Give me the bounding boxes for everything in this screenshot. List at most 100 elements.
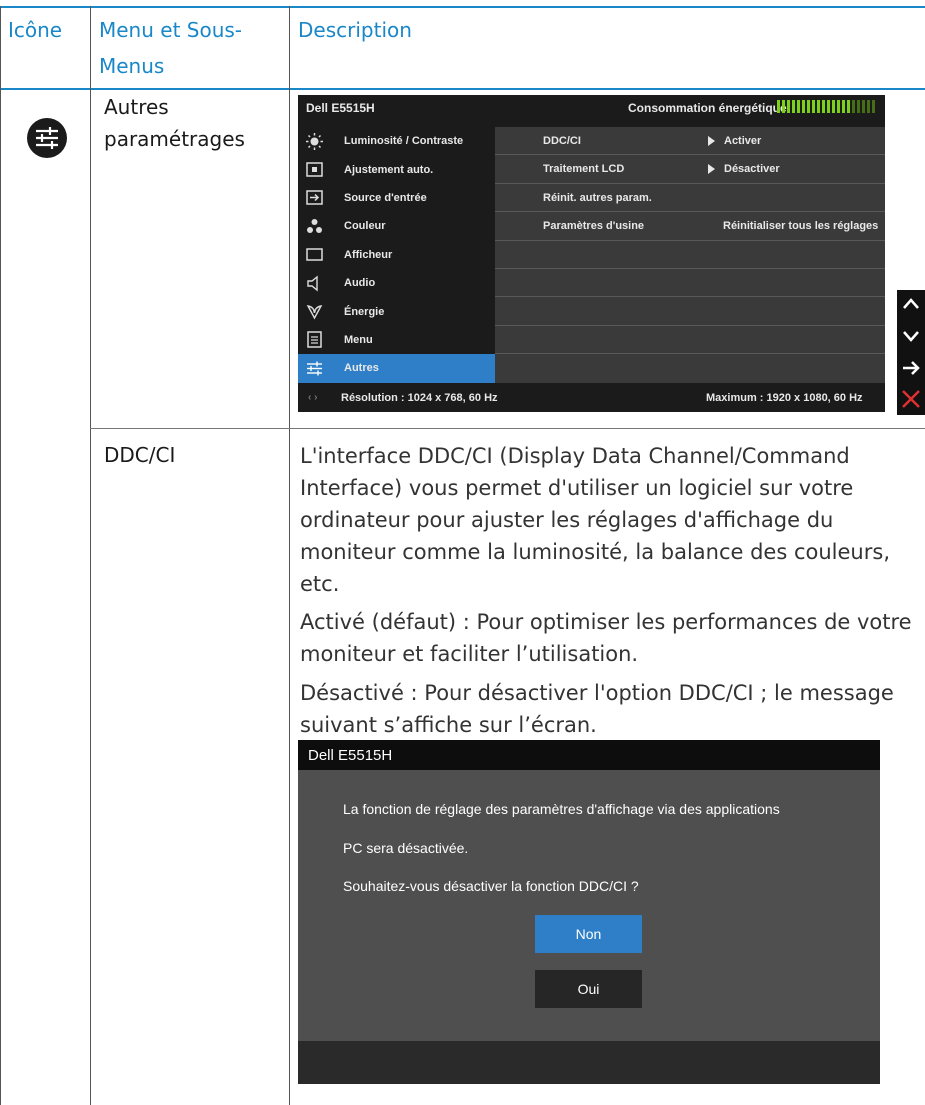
power-segment [777,100,780,113]
table-top-border [0,6,925,8]
ddcci-confirm-dialog: Dell E5515H La fonction de réglage des p… [298,740,880,1084]
submenu-row-reset-others[interactable]: Réinit. autres param. [495,184,885,213]
submenu-row-lcd[interactable]: Traitement LCD Désactiver [495,155,885,184]
header-description: Description [298,18,412,42]
menu-autres-line1: Autres [104,95,169,119]
submenu-row-empty [495,354,885,381]
ddcci-description: L'interface DDC/CI (Display Data Channel… [300,444,890,596]
maximum-text: Maximum : 1920 x 1080, 60 Hz [706,392,863,404]
osd-main-menu: Luminosité / Contraste Ajustement auto. … [298,127,495,383]
display-icon [306,246,323,263]
osd-item-others[interactable]: Autres [298,354,495,383]
power-segment [782,100,785,113]
osd-item-menu[interactable]: Menu [298,326,495,354]
power-segment [862,100,865,113]
osd-item-auto-adjust[interactable]: Ajustement auto. [298,155,495,183]
power-segment [847,100,850,113]
dialog-message-line3: Souhaitez-vous désactiver la fonction DD… [343,878,639,894]
power-segment [807,100,810,113]
submenu-row-empty [495,241,885,269]
power-segment [802,100,805,113]
enter-arrow-icon[interactable] [903,361,920,375]
osd-item-label: Afficheur [344,248,393,261]
ddcci-enabled-text: Activé (défaut) : Pour optimiser les per… [300,610,912,666]
power-segment [872,100,875,113]
power-segment [832,100,835,113]
osd-title: Dell E5515H [306,101,375,115]
power-segment [842,100,845,113]
power-segment [812,100,815,113]
submenu-row-empty [495,326,885,355]
menu-autres-line2: paramétrages [104,127,245,151]
submenu-label: Réinit. autres param. [543,191,652,204]
input-source-icon [306,189,323,206]
submenu-row-empty [495,297,885,326]
header-menu-line2: Menus [99,54,165,78]
column-divider-2 [289,6,290,1105]
submenu-label: DDC/CI [543,135,581,147]
power-segment [792,100,795,113]
color-icon [306,218,323,235]
dialog-titlebar: Dell E5515H [298,740,880,770]
power-segment [857,100,860,113]
submenu-value: Activer [724,135,762,147]
header-icon: Icône [8,18,63,42]
arrow-right-icon [708,136,715,146]
up-icon[interactable] [903,298,919,309]
osd-item-label: Menu [344,333,373,346]
dialog-message-line2: PC sera désactivée. [343,840,469,856]
osd-item-color[interactable]: Couleur [298,212,495,240]
osd-item-audio[interactable]: Audio [298,269,495,297]
power-segment [852,100,855,113]
power-segment [797,100,800,113]
submenu-row-factory[interactable]: Paramètres d'usine Réinitialiser tous le… [495,212,885,241]
submenu-value: Réinitialiser tous les réglages [723,220,879,233]
osd-item-label: Ajustement auto. [344,163,434,176]
row-divider [90,428,925,429]
osd-item-label: Couleur [344,220,386,233]
resolution-icon: ‹ › [308,392,318,403]
others-icon [306,360,323,377]
osd-power-label: Consommation énergétique [628,101,787,115]
power-segment [787,100,790,113]
no-button[interactable]: Non [535,915,642,953]
osd-item-label: Énergie [344,305,385,318]
header-menu-line1: Menu et Sous- [99,18,243,42]
power-segment [867,100,870,113]
table-left-border [0,6,1,1105]
osd-item-label: Audio [344,277,376,290]
arrow-right-icon [708,164,715,175]
power-segment [817,100,820,113]
osd-submenu: DDC/CI Activer Traitement LCD Désactiver… [495,127,885,383]
osd-item-label: Luminosité / Contraste [344,135,464,148]
osd-item-display[interactable]: Afficheur [298,241,495,269]
menu-ddcci: DDC/CI [104,443,176,467]
osd-item-brightness[interactable]: Luminosité / Contraste [298,127,495,155]
dialog-message-line1: La fonction de réglage des paramètres d'… [343,801,780,817]
others-settings-icon [27,118,67,158]
dialog-footer [298,1041,880,1084]
osd-item-label: Source d'entrée [344,191,427,204]
submenu-row-empty [495,269,885,298]
submenu-label: Traitement LCD [543,163,625,176]
yes-button[interactable]: Oui [535,970,642,1008]
ddcci-disabled-text: Désactivé : Pour désactiver l'option DDC… [300,681,894,737]
submenu-label: Paramètres d'usine [543,220,645,233]
osd-screenshot: Dell E5515H Consommation énergétique Lum… [298,95,885,412]
power-segment [822,100,825,113]
osd-item-energy[interactable]: Énergie [298,297,495,325]
energy-icon [306,303,323,320]
osd-navigation-buttons [897,290,925,415]
osd-item-label: Autres [344,362,379,375]
down-icon[interactable] [903,331,919,342]
osd-item-input-source[interactable]: Source d'entrée [298,184,495,212]
power-segment [837,100,840,113]
power-segment [827,100,830,113]
submenu-row-ddcci[interactable]: DDC/CI Activer [495,127,885,156]
header-bottom-border [0,88,925,90]
resolution-text: Résolution : 1024 x 768, 60 Hz [341,392,498,404]
audio-icon [306,275,323,292]
close-icon[interactable] [902,390,920,408]
submenu-value: Désactiver [724,163,780,176]
brightness-icon [306,132,323,150]
